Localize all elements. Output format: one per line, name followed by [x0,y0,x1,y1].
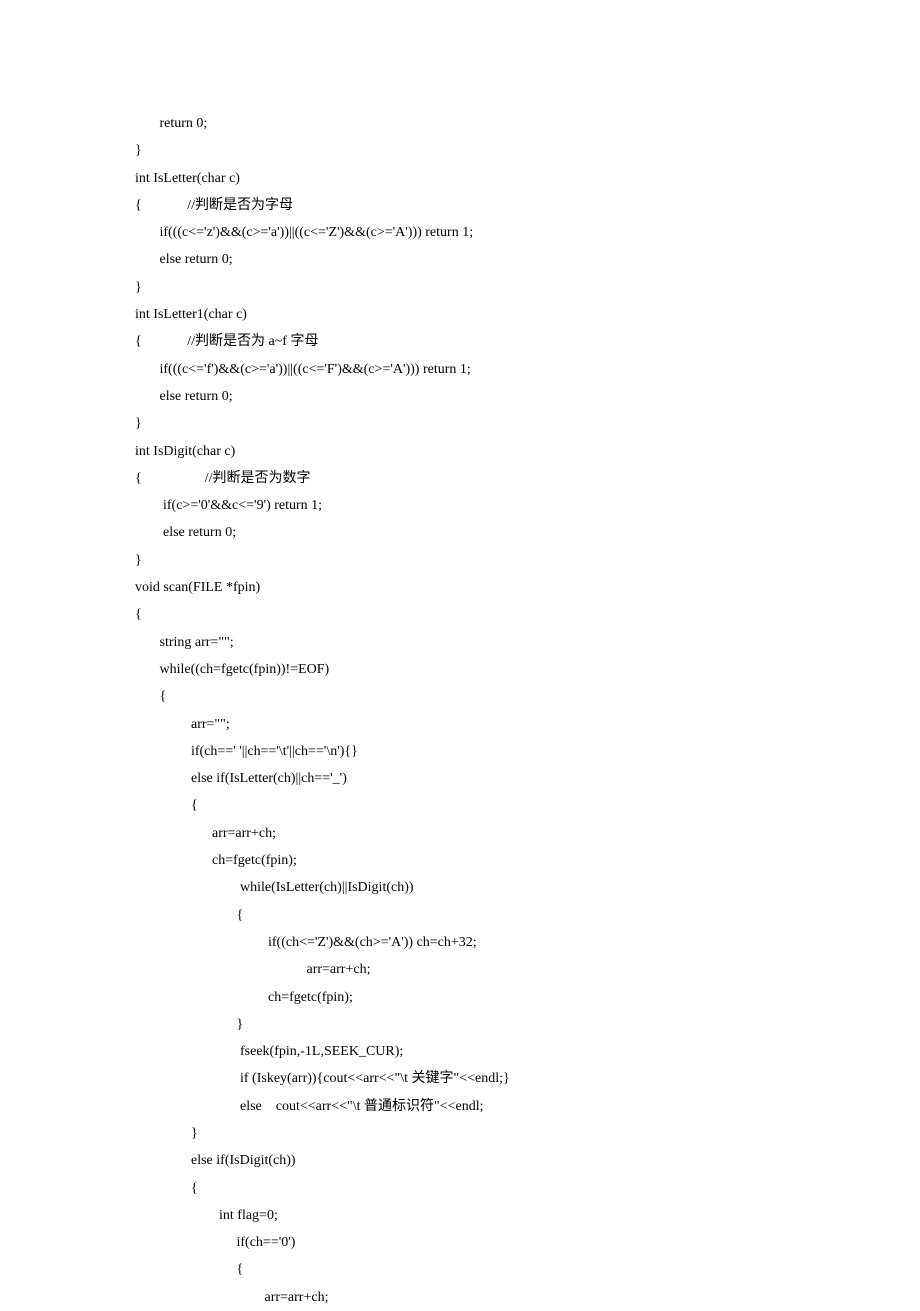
code-line: return 0; [135,110,785,137]
code-line: while(IsLetter(ch)||IsDigit(ch)) [135,874,785,901]
code-line: arr=arr+ch; [135,820,785,847]
code-line: { [135,1175,785,1202]
code-line: fseek(fpin,-1L,SEEK_CUR); [135,1038,785,1065]
code-line: arr=""; [135,711,785,738]
code-line: int IsLetter1(char c) [135,301,785,328]
code-line: else if(IsDigit(ch)) [135,1147,785,1174]
code-line: { [135,902,785,929]
code-line: { [135,601,785,628]
code-line: string arr=""; [135,629,785,656]
code-line: else return 0; [135,383,785,410]
code-line: ch=fgetc(fpin); [135,984,785,1011]
code-line: { [135,792,785,819]
document-page: return 0; } int IsLetter(char c) { //判断是… [0,0,920,1311]
code-line: if(c>='0'&&c<='9') return 1; [135,492,785,519]
code-line: arr=arr+ch; [135,1284,785,1311]
code-block: return 0; } int IsLetter(char c) { //判断是… [135,110,785,1311]
code-line: else if(IsLetter(ch)||ch=='_') [135,765,785,792]
code-line: } [135,410,785,437]
code-line: if((ch<='Z')&&(ch>='A')) ch=ch+32; [135,929,785,956]
code-line: ch=fgetc(fpin); [135,847,785,874]
code-line: } [135,547,785,574]
code-line: if(ch==' '||ch=='\t'||ch=='\n'){} [135,738,785,765]
code-line: } [135,137,785,164]
code-line: { //判断是否为数字 [135,465,785,492]
code-line: void scan(FILE *fpin) [135,574,785,601]
code-line: if(((c<='z')&&(c>='a'))||((c<='Z')&&(c>=… [135,219,785,246]
code-line: { [135,683,785,710]
code-line: else return 0; [135,246,785,273]
code-line: } [135,1120,785,1147]
code-line: else return 0; [135,519,785,546]
code-line: if(((c<='f')&&(c>='a'))||((c<='F')&&(c>=… [135,356,785,383]
code-line: while((ch=fgetc(fpin))!=EOF) [135,656,785,683]
code-line: { //判断是否为字母 [135,192,785,219]
code-line: else cout<<arr<<"\t 普通标识符"<<endl; [135,1093,785,1120]
code-line: } [135,274,785,301]
code-line: arr=arr+ch; [135,956,785,983]
code-line: } [135,1011,785,1038]
code-line: if(ch=='0') [135,1229,785,1256]
code-line: int IsDigit(char c) [135,438,785,465]
code-line: int flag=0; [135,1202,785,1229]
code-line: int IsLetter(char c) [135,165,785,192]
code-line: { [135,1256,785,1283]
code-line: { //判断是否为 a~f 字母 [135,328,785,355]
code-line: if (Iskey(arr)){cout<<arr<<"\t 关键字"<<end… [135,1065,785,1092]
